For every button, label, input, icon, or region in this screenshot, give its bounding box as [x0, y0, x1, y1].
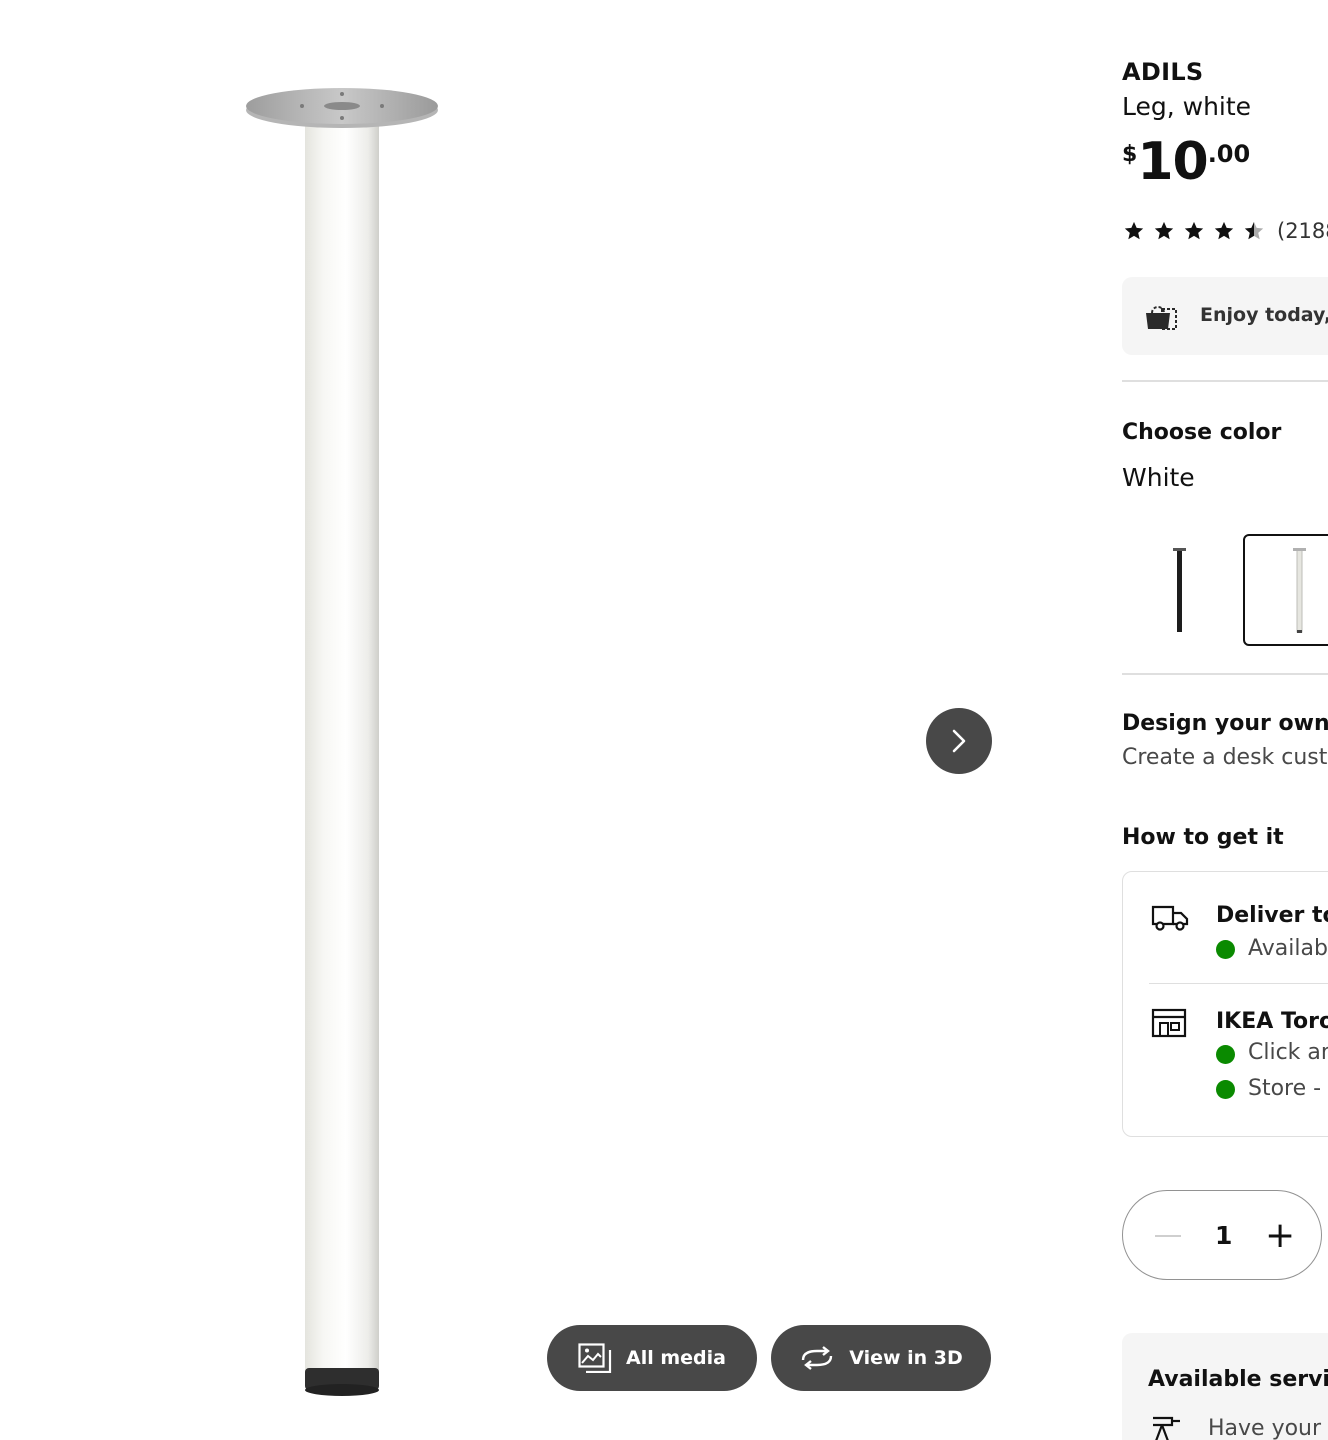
color-option-black[interactable]: [1122, 534, 1234, 646]
truck-icon: [1151, 905, 1189, 931]
design-your-own-subtitle[interactable]: Create a desk custo: [1122, 745, 1328, 770]
all-media-label: All media: [626, 1347, 726, 1369]
delivery-option-title[interactable]: Deliver to: [1216, 903, 1328, 928]
product-image-gallery: All media View in 3D: [0, 0, 1010, 1440]
all-media-button[interactable]: All media: [547, 1325, 757, 1391]
rotate-3d-icon: [802, 1346, 833, 1370]
product-name: ADILS: [1122, 58, 1204, 86]
next-image-button[interactable]: [926, 708, 992, 774]
delivery-status: Availabl: [1248, 936, 1328, 961]
star-icon: [1154, 221, 1174, 240]
row-divider: [1149, 983, 1328, 984]
store-stock-status: Store - I: [1248, 1076, 1328, 1101]
half-star-icon: [1244, 221, 1264, 240]
section-divider: [1122, 380, 1328, 382]
available-services-title: Available servic: [1148, 1367, 1328, 1392]
selected-color: White: [1122, 463, 1195, 492]
section-divider: [1122, 673, 1328, 675]
review-count[interactable]: (2188: [1277, 219, 1328, 243]
white-leg-thumbnail: [1293, 548, 1306, 633]
star-icon: [1184, 221, 1204, 240]
how-to-get-it-heading: How to get it: [1122, 825, 1284, 850]
store-option-title[interactable]: IKEA Toron: [1216, 1009, 1328, 1034]
star-icon: [1124, 221, 1144, 240]
price-decimal: .00: [1207, 140, 1251, 168]
product-page: All media View in 3D ADILS Leg, white $ …: [0, 0, 1328, 1440]
price-currency: $: [1122, 142, 1138, 167]
increase-quantity-button[interactable]: +: [1265, 1218, 1295, 1254]
click-and-collect-status: Click an: [1248, 1040, 1328, 1065]
availability-dot: [1216, 1045, 1235, 1064]
available-services-panel: Available servic Have your A: [1122, 1333, 1328, 1440]
star-icon: [1214, 221, 1234, 240]
choose-color-label: Choose color: [1122, 420, 1282, 445]
assembly-tool-icon: [1153, 1416, 1180, 1440]
quantity-value[interactable]: 1: [1215, 1221, 1232, 1250]
product-info-panel: ADILS Leg, white $ 10 .00 (2188 Enjoy t: [1122, 0, 1328, 1440]
availability-dot: [1216, 940, 1235, 959]
fulfillment-options: Deliver to Availabl IKEA Toron Click an …: [1122, 871, 1328, 1137]
black-leg-thumbnail: [1173, 548, 1186, 632]
quantity-stepper: 1 +: [1122, 1190, 1322, 1280]
decrease-quantity-button[interactable]: [1155, 1235, 1181, 1237]
view-in-3d-label: View in 3D: [849, 1347, 963, 1369]
promo-text: Enjoy today, p: [1200, 304, 1328, 326]
product-price: $ 10 .00: [1122, 134, 1250, 190]
shopping-bag-icon: [1146, 306, 1177, 330]
store-icon: [1151, 1008, 1187, 1038]
availability-dot: [1216, 1080, 1235, 1099]
price-integer: 10: [1137, 132, 1208, 192]
product-description: Leg, white: [1122, 92, 1252, 121]
chevron-right-icon: [952, 729, 966, 753]
color-option-white[interactable]: [1243, 534, 1328, 646]
gallery-icon: [578, 1343, 612, 1373]
product-image: [246, 88, 438, 1396]
services-description[interactable]: Have your A: [1208, 1416, 1328, 1440]
design-your-own-title[interactable]: Design your own: [1122, 711, 1328, 736]
promo-banner[interactable]: Enjoy today, p: [1122, 277, 1328, 355]
rating-stars[interactable]: [1122, 220, 1266, 242]
view-in-3d-button[interactable]: View in 3D: [771, 1325, 991, 1391]
